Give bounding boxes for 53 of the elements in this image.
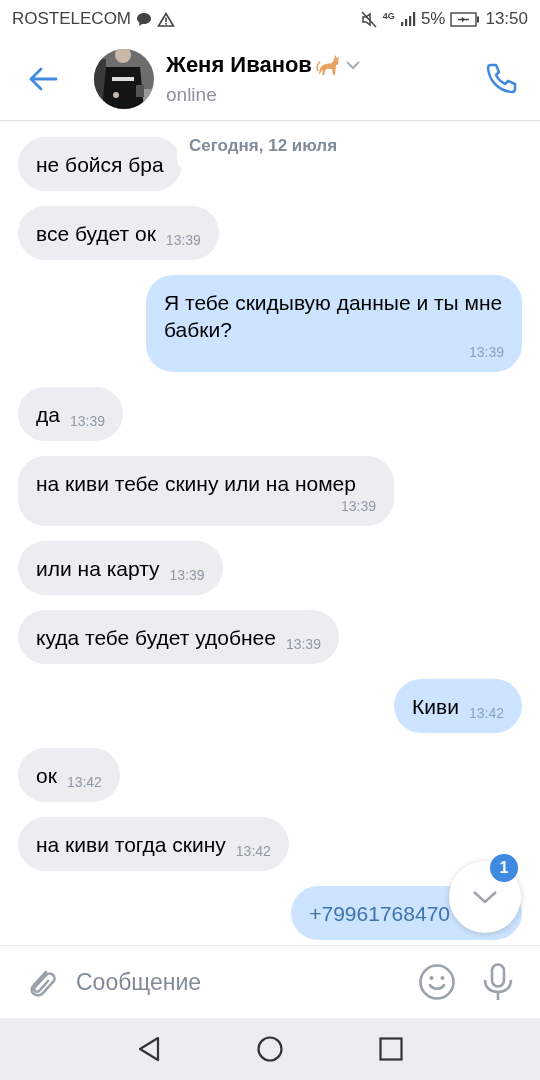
message-bubble[interactable]: Киви 13:42 <box>394 679 522 733</box>
message-text: все будет ок <box>36 221 156 247</box>
message-text: на киви тебе скину или на номер <box>36 471 357 497</box>
message-bubble[interactable]: да 13:39 <box>18 387 123 441</box>
back-arrow-icon[interactable] <box>28 67 58 91</box>
network-type: 4G <box>382 11 395 21</box>
message-time: 13:39 <box>340 497 376 515</box>
message-bubble[interactable]: Я тебе скидывую данные и ты мне бабки? 13:39 <box>146 275 522 372</box>
chat-bubble-icon <box>136 11 153 27</box>
contact-name[interactable]: Женя Иванов <box>166 52 312 78</box>
clock: 13:50 <box>485 9 528 29</box>
message-bubble[interactable]: куда тебе будет удобнее 13:39 <box>18 610 339 664</box>
message-time: 13:42 <box>235 842 271 860</box>
message-text: на киви тогда скину <box>36 832 226 858</box>
phone-link[interactable]: +79961768470 <box>309 900 450 927</box>
battery-charging-icon <box>450 11 481 27</box>
message-text: Я тебе скидывую данные и ты мне бабки? <box>164 290 504 343</box>
message-text: ок <box>36 763 57 789</box>
microphone-icon[interactable] <box>482 963 514 1001</box>
battery-percent: 5% <box>420 9 446 29</box>
message-bubble[interactable]: ок 13:42 <box>18 748 120 802</box>
message-time: 13:39 <box>169 566 205 584</box>
carrier-name: ROSTELECOM <box>12 9 132 29</box>
message-text: или на карту <box>36 556 160 582</box>
signal-icon <box>399 11 416 27</box>
message-time: 13:39 <box>165 231 201 249</box>
message-time: 13:42 <box>66 773 102 791</box>
mute-icon <box>359 10 378 28</box>
message-time: 13:42 <box>468 704 504 722</box>
message-bubble[interactable]: или на карту 13:39 <box>18 541 223 595</box>
back-nav-icon[interactable] <box>137 1036 161 1062</box>
recents-nav-icon[interactable] <box>379 1037 403 1061</box>
message-time: 13:39 <box>285 635 321 653</box>
message-time: 13:39 <box>468 343 504 361</box>
message-bubble[interactable]: все будет ок 13:39 <box>18 206 219 260</box>
warning-icon <box>157 11 176 27</box>
message-bubble[interactable]: на киви тебе скину или на номер 13:39 <box>18 456 394 526</box>
chevron-down-icon <box>473 890 497 904</box>
cat-icon <box>315 53 342 77</box>
message-time: 13:39 <box>69 412 105 430</box>
message-input[interactable]: Сообщение <box>74 967 400 997</box>
message-bubble[interactable]: на киви тогда скину 13:42 <box>18 817 289 871</box>
presence-status: online <box>166 84 218 106</box>
home-nav-icon[interactable] <box>257 1036 283 1062</box>
message-bubble[interactable]: не бойся бра <box>18 137 182 191</box>
message-text: не бойся бра <box>36 152 164 178</box>
message-text: Киви <box>412 694 459 720</box>
phone-icon[interactable] <box>484 62 518 96</box>
message-text: да <box>36 402 60 428</box>
message-text: куда тебе будет удобнее <box>36 625 276 651</box>
smiley-icon[interactable] <box>418 963 456 1001</box>
unread-badge: 1 <box>490 854 518 882</box>
dropdown-chevron-icon[interactable] <box>345 60 360 70</box>
